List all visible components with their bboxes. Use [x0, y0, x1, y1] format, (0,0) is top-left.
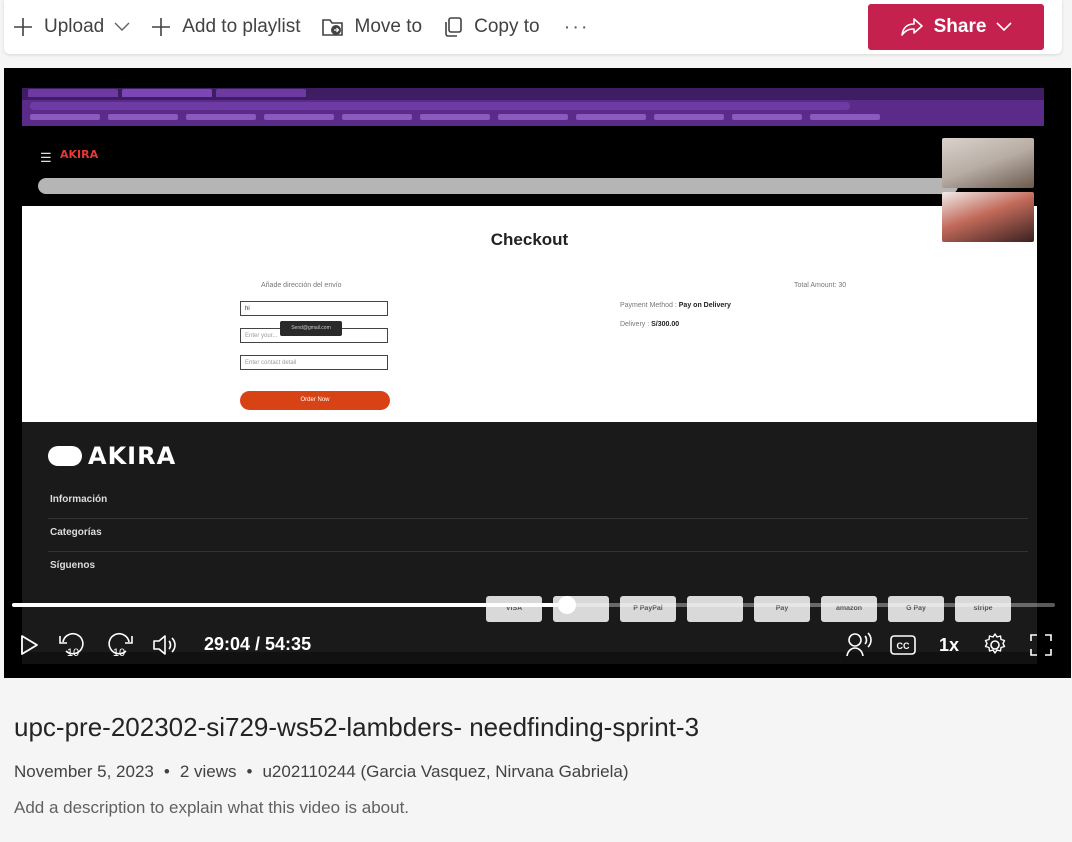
- participant-camera: [942, 138, 1034, 188]
- stripe-icon: stripe: [955, 596, 1011, 622]
- footer-link-informacion: Información: [50, 494, 108, 505]
- add-to-playlist-button[interactable]: Add to playlist: [142, 7, 308, 47]
- time-display: 29:04 / 54:35: [204, 634, 312, 654]
- more-options-button[interactable]: ···: [552, 16, 602, 39]
- upload-date: November 5, 2023: [14, 762, 154, 781]
- description-placeholder[interactable]: Add a description to explain what this v…: [14, 798, 409, 818]
- address-label: Añade dirección del envío: [261, 282, 342, 289]
- seek-bar-progress: [12, 603, 567, 607]
- settings-button[interactable]: [978, 628, 1012, 662]
- delivery: Delivery : S/300.00: [620, 321, 680, 328]
- fullscreen-icon: [1030, 634, 1052, 656]
- forward-button[interactable]: 10: [102, 628, 136, 662]
- autofill-tooltip: Send@gmail.com: [280, 321, 342, 336]
- google-pay-icon: G Pay: [888, 596, 944, 622]
- play-button[interactable]: [14, 628, 44, 662]
- seek-bar-thumb[interactable]: [557, 596, 576, 614]
- share-label: Share: [933, 16, 987, 37]
- recorded-checkout-section: Checkout Añade dirección del envío hi En…: [22, 206, 1037, 422]
- forward-10-icon: 10: [108, 632, 133, 659]
- site-logo: AKIRA: [60, 148, 99, 161]
- visa-icon: VISA: [486, 596, 542, 622]
- maestro-icon: [687, 596, 743, 622]
- chevron-down-icon: [114, 22, 130, 31]
- seek-bar[interactable]: [12, 596, 1055, 614]
- share-button[interactable]: Share: [868, 4, 1044, 50]
- speaker-icon: [153, 635, 176, 655]
- copy-icon: [445, 17, 462, 37]
- checkout-title: Checkout: [490, 230, 569, 249]
- total-amount: Total Amount: 30: [794, 282, 847, 289]
- command-bar: Upload Add to playlist Move to Copy to ·…: [4, 0, 1062, 54]
- recorded-site-header: ☰ AKIRA: [22, 126, 1044, 206]
- view-count: 2 views: [179, 762, 237, 781]
- footer-logo: AKIRA: [48, 442, 176, 470]
- video-title: upc-pre-202302-si729-ws52-lambders- need…: [14, 712, 700, 742]
- plus-icon: [152, 18, 171, 36]
- payment-method: Payment Method : Pay on Delivery: [620, 302, 731, 309]
- mask-logo-icon: [48, 446, 82, 466]
- participant-camera: [942, 192, 1034, 242]
- chevron-down-icon: [996, 22, 1012, 32]
- contact-input: Enter contact detail: [240, 355, 388, 370]
- speaker-person-icon: [846, 632, 872, 657]
- share-icon: [900, 18, 923, 36]
- menu-icon: ☰: [40, 150, 52, 165]
- apple-pay-icon: Pay: [754, 596, 810, 622]
- plus-icon: [14, 18, 32, 36]
- move-to-button[interactable]: Move to: [313, 7, 431, 47]
- volume-button[interactable]: [148, 628, 182, 662]
- captions-button[interactable]: CC: [888, 628, 918, 662]
- move-to-label: Move to: [354, 16, 423, 37]
- amazon-pay-icon: amazon: [821, 596, 877, 622]
- upload-button[interactable]: Upload: [4, 7, 138, 47]
- copy-to-label: Copy to: [474, 16, 540, 37]
- closed-captions-icon: CC: [890, 635, 916, 655]
- fullscreen-button[interactable]: [1024, 628, 1058, 662]
- address-input: hi: [240, 301, 388, 316]
- copy-to-button[interactable]: Copy to: [434, 7, 547, 47]
- play-icon: [21, 635, 38, 655]
- recorded-browser-chrome: [22, 88, 1044, 126]
- upload-label: Upload: [44, 16, 105, 37]
- footer-link-categorias: Categorías: [50, 527, 102, 538]
- recorded-site-footer: AKIRA Información Categorías Síguenos VI…: [22, 422, 1037, 652]
- playback-speed-button[interactable]: 1x: [932, 628, 966, 662]
- footer-link-siguenos: Síguenos: [50, 560, 96, 571]
- participant-cameras: [942, 138, 1034, 242]
- paypal-icon: P PayPal: [620, 596, 676, 622]
- svg-text:10: 10: [67, 647, 79, 659]
- svg-text:CC: CC: [897, 641, 910, 651]
- gear-icon: [984, 633, 1006, 654]
- video-player[interactable]: ☰ AKIRA Checkout Añade dirección del env…: [4, 68, 1071, 678]
- order-now-button: Order Now: [240, 391, 390, 410]
- owner-name[interactable]: u202110244 (Garcia Vasquez, Nirvana Gabr…: [262, 762, 628, 781]
- svg-text:10: 10: [113, 647, 125, 659]
- folder-move-icon: [321, 19, 343, 36]
- site-search-bar: [38, 178, 958, 194]
- rewind-button[interactable]: 10: [56, 628, 90, 662]
- video-metadata: November 5, 2023 • 2 views • u202110244 (Gar…: [14, 762, 629, 781]
- rewind-10-icon: 10: [59, 632, 84, 659]
- audio-description-button[interactable]: [842, 628, 876, 662]
- add-to-playlist-label: Add to playlist: [182, 16, 301, 37]
